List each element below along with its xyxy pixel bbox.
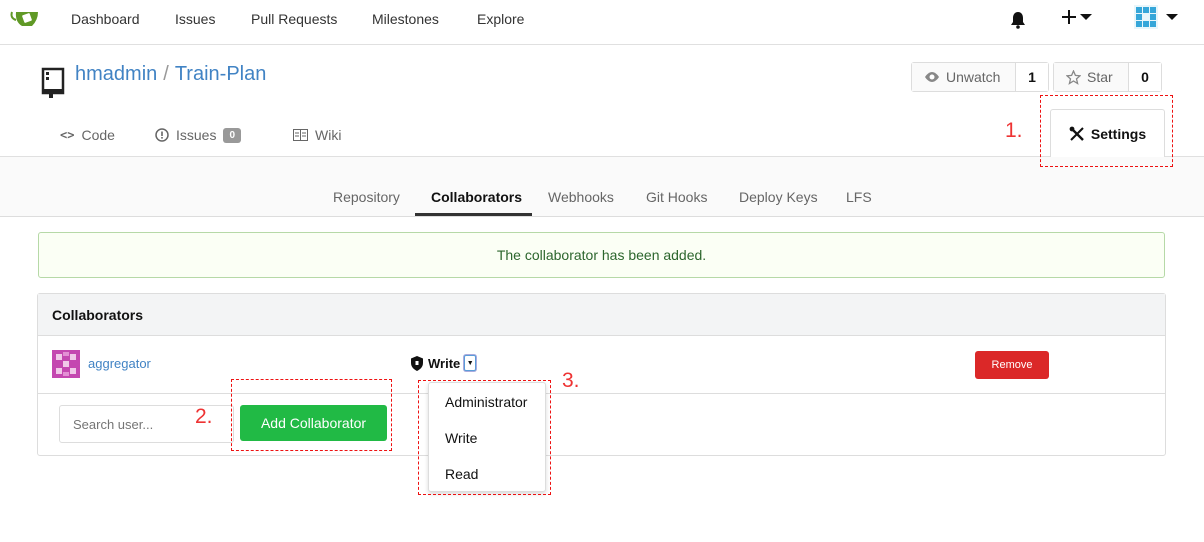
chevron-down-icon [1080, 14, 1092, 20]
repo-name-link[interactable]: Train-Plan [175, 63, 267, 85]
unwatch-label: Unwatch [946, 69, 1001, 85]
flash-text: The collaborator has been added. [496, 247, 707, 263]
repo-owner-link[interactable]: hmadmin [75, 63, 157, 85]
subtab-deploy-keys[interactable]: Deploy Keys [739, 189, 818, 205]
nav-issues[interactable]: Issues [175, 11, 215, 27]
success-flash-message: The collaborator has been added. [38, 232, 1165, 278]
remove-collaborator-button[interactable]: Remove [975, 351, 1049, 379]
settings-subnav: Repository Collaborators Webhooks Git Ho… [0, 157, 1204, 217]
plus-icon [1062, 10, 1076, 24]
tab-code-label: Code [81, 127, 115, 143]
nav-explore[interactable]: Explore [477, 11, 524, 27]
avatar [1134, 5, 1158, 29]
panel-title: Collaborators [38, 294, 1165, 336]
issues-count-badge: 0 [223, 127, 242, 143]
annotation-box-add-collaborator [231, 379, 392, 451]
annotation-step-1: 1. [1005, 119, 1023, 142]
bell-icon[interactable] [1010, 11, 1026, 29]
star-icon [1066, 69, 1081, 85]
wiki-book-icon [293, 129, 308, 141]
permission-dropdown[interactable]: Write ▼ [410, 355, 477, 371]
eye-icon [925, 72, 939, 82]
repo-book-icon [41, 67, 65, 98]
annotation-step-2: 2. [195, 405, 213, 428]
collaborator-username-link[interactable]: aggregator [88, 356, 151, 371]
nav-pull-requests[interactable]: Pull Requests [251, 11, 337, 27]
tab-wiki[interactable]: Wiki [293, 127, 341, 143]
star-button[interactable]: Star [1054, 63, 1129, 91]
collaborator-row: aggregator Write ▼ Remove [38, 336, 1165, 394]
issue-opened-icon [155, 128, 169, 142]
star-button-group: Star 0 [1053, 62, 1162, 92]
watch-count[interactable]: 1 [1016, 63, 1048, 91]
collaborator-avatar [52, 350, 80, 378]
user-menu[interactable] [1134, 5, 1178, 29]
gitea-logo-icon[interactable] [10, 8, 40, 30]
nav-milestones[interactable]: Milestones [372, 11, 439, 27]
unwatch-button[interactable]: Unwatch [912, 63, 1016, 91]
subtab-lfs[interactable]: LFS [846, 189, 872, 205]
create-new-menu[interactable] [1062, 10, 1092, 24]
subtab-git-hooks[interactable]: Git Hooks [646, 189, 707, 205]
top-navbar: Dashboard Issues Pull Requests Milestone… [0, 0, 1204, 45]
code-icon: <> [60, 128, 75, 142]
annotation-box-settings [1040, 95, 1173, 167]
repo-header: hmadmin / Train-Plan Unwatch 1 Star 0 <> C… [0, 45, 1204, 157]
permission-label: Write [428, 355, 461, 371]
shield-lock-icon [411, 355, 423, 371]
watch-button-group: Unwatch 1 [911, 62, 1049, 92]
star-count[interactable]: 0 [1129, 63, 1161, 91]
annotation-step-3: 3. [562, 369, 580, 392]
nav-dashboard[interactable]: Dashboard [71, 11, 140, 27]
tab-code[interactable]: <> Code [60, 127, 115, 143]
tab-wiki-label: Wiki [315, 127, 342, 143]
subtab-webhooks[interactable]: Webhooks [548, 189, 614, 205]
chevron-down-icon [1166, 14, 1178, 20]
subtab-collaborators[interactable]: Collaborators [431, 189, 522, 205]
subtab-repository[interactable]: Repository [333, 189, 400, 205]
star-label: Star [1087, 69, 1113, 85]
repo-title: hmadmin / Train-Plan [75, 63, 266, 86]
tab-issues-label: Issues [176, 127, 217, 143]
active-subtab-indicator [415, 213, 532, 216]
caret-down-icon[interactable]: ▼ [464, 355, 477, 371]
annotation-box-permission-menu [418, 380, 551, 495]
repo-title-separator: / [163, 63, 169, 85]
tab-issues[interactable]: Issues 0 [155, 127, 242, 143]
